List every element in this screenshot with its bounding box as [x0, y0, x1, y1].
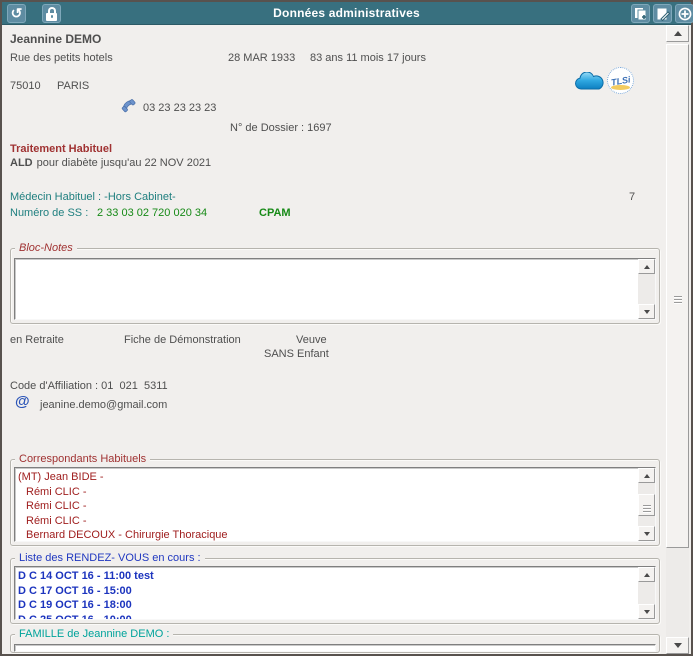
window-title: Données administratives — [2, 6, 691, 20]
bloc-notes-input[interactable] — [17, 261, 635, 317]
scroll-up-button[interactable] — [638, 567, 655, 582]
correspondant-item[interactable]: Rémi CLIC - — [15, 499, 655, 514]
ss-label: Numéro de SS : — [10, 207, 88, 220]
correspondant-item[interactable]: Rémi CLIC - — [15, 485, 655, 500]
rendez-vous-listbox[interactable]: D C 14 OCT 16 - 11:00 test D C 17 OCT 16… — [14, 566, 656, 620]
edit-document-button[interactable] — [653, 4, 672, 23]
scroll-up-button[interactable] — [638, 468, 655, 483]
affiliation-code: Code d'Affiliation : 01 021 5311 — [10, 380, 168, 393]
status-demo-sheet: Fiche de Démonstration — [124, 334, 241, 347]
arrow-up-icon — [644, 474, 650, 478]
famille-title: FAMILLE de Jeannine DEMO : — [15, 628, 173, 640]
patient-phone: 03 23 23 23 23 — [143, 102, 216, 115]
arrow-down-icon — [644, 310, 650, 314]
arrow-down-icon — [644, 532, 650, 536]
ald-label: ALD — [10, 157, 33, 169]
email-at-icon: @ — [15, 393, 30, 410]
famille-listbox[interactable] — [14, 644, 656, 652]
arrow-up-icon — [644, 265, 650, 269]
arrow-up-icon — [674, 31, 682, 36]
rendez-vous-title: Liste des RENDEZ- VOUS en cours : — [15, 552, 205, 564]
grip-icon — [643, 505, 651, 506]
ss-number: 2 33 03 02 720 020 34 — [97, 207, 207, 220]
bloc-notes-title: Bloc-Notes — [15, 242, 77, 254]
cloud-sync-icon[interactable] — [574, 72, 606, 91]
edit-document-icon — [656, 7, 670, 21]
correspondants-scrollbar[interactable] — [638, 468, 655, 541]
ald-text: pour diabète jusqu'au 22 NOV 2021 — [37, 157, 212, 169]
caisse-name: CPAM — [259, 207, 291, 220]
rendez-vous-item[interactable]: D C 14 OCT 16 - 11:00 test — [15, 569, 655, 584]
phone-icon — [120, 97, 137, 114]
tlsi-badge-label: TLSi — [610, 74, 631, 87]
correspondants-listbox[interactable]: (MT) Jean BIDE - Rémi CLIC - Rémi CLIC -… — [14, 467, 656, 542]
copy-document-button[interactable] — [631, 4, 650, 23]
scroll-down-button[interactable] — [666, 637, 689, 654]
status-retirement: en Retraite — [10, 334, 64, 347]
tlsi-badge-icon[interactable]: TLSi — [607, 67, 634, 94]
arrow-down-icon — [644, 610, 650, 614]
patient-city: PARIS — [57, 80, 89, 93]
medecin-habituel-line: Médecin Habituel : -Hors Cabinet- — [10, 191, 176, 204]
email-address[interactable]: jeanine.demo@gmail.com — [40, 399, 167, 412]
copy-plus-icon — [634, 7, 648, 21]
arrow-up-icon — [644, 573, 650, 577]
rendez-vous-scrollbar[interactable] — [638, 567, 655, 619]
scroll-thumb[interactable] — [638, 494, 655, 516]
scroll-up-button[interactable] — [638, 259, 655, 274]
bloc-notes-box — [14, 258, 656, 320]
scroll-down-button[interactable] — [638, 304, 655, 319]
bloc-notes-scrollbar[interactable] — [638, 259, 655, 319]
dossier-number: N° de Dossier : 1697 — [230, 122, 332, 135]
rendez-vous-item[interactable]: D C 17 OCT 16 - 15:00 — [15, 584, 655, 599]
patient-address: Rue des petits hotels — [10, 52, 113, 65]
scroll-thumb[interactable] — [666, 44, 689, 548]
patient-birth-date: 28 MAR 1933 — [228, 52, 295, 65]
status-marital: Veuve — [296, 334, 327, 347]
patient-name: Jeannine DEMO — [10, 33, 101, 46]
rendez-vous-item[interactable]: D C 19 OCT 16 - 18:00 — [15, 598, 655, 613]
rendez-vous-item[interactable]: D C 25 OCT 16 - 10:00 — [15, 613, 655, 621]
treatment-title: Traitement Habituel — [10, 143, 112, 156]
patient-age: 83 ans 11 mois 17 jours — [310, 52, 426, 65]
scroll-down-button[interactable] — [638, 604, 655, 619]
main-scrollbar[interactable] — [666, 25, 689, 654]
correspondant-item[interactable]: (MT) Jean BIDE - — [15, 470, 655, 485]
status-children: SANS Enfant — [264, 348, 329, 361]
add-button[interactable] — [675, 4, 693, 23]
patient-postal-code: 75010 — [10, 80, 41, 93]
scroll-down-button[interactable] — [638, 526, 655, 541]
add-icon — [678, 7, 692, 21]
ald-line: ALD pour diabète jusqu'au 22 NOV 2021 — [10, 157, 211, 170]
record-count: 7 — [629, 191, 635, 204]
grip-icon — [674, 296, 682, 297]
correspondant-item[interactable]: Bernard DECOUX - Chirurgie Thoracique — [15, 528, 655, 542]
correspondants-title: Correspondants Habituels — [15, 453, 150, 465]
donnees-administratives-window: ↺ Données administratives — [0, 0, 693, 656]
titlebar: ↺ Données administratives — [2, 2, 691, 25]
arrow-down-icon — [674, 643, 682, 648]
scroll-up-button[interactable] — [666, 25, 689, 42]
correspondant-item[interactable]: Rémi CLIC - — [15, 514, 655, 529]
